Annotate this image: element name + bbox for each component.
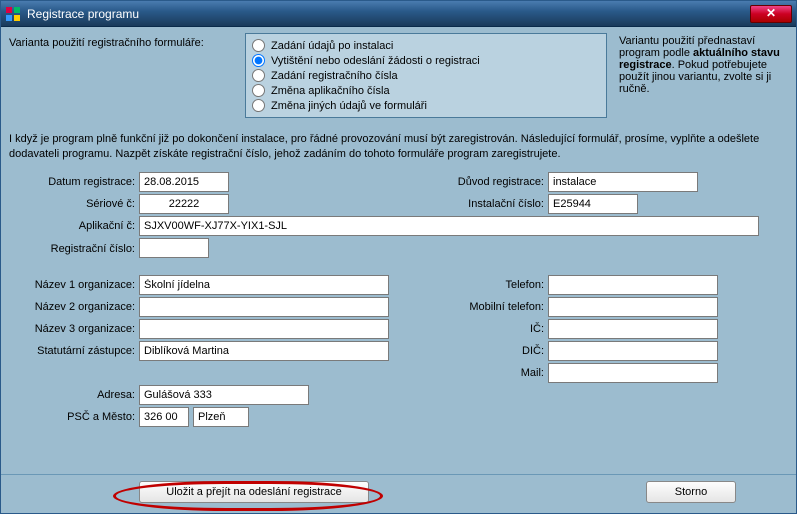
label-instalacni: Instalační číslo: <box>428 198 548 210</box>
variant-group: Zadání údajů po instalaci Vytištění nebo… <box>245 33 607 118</box>
input-adresa[interactable] <box>139 385 309 405</box>
input-nazev3[interactable] <box>139 319 389 339</box>
app-icon <box>5 6 21 22</box>
input-mobil[interactable] <box>548 297 718 317</box>
input-nazev2[interactable] <box>139 297 389 317</box>
variant-label: Varianta použití registračního formuláře… <box>9 33 239 49</box>
variant-option-3-label: Změna aplikačního čísla <box>271 85 390 97</box>
variant-option-0[interactable]: Zadání údajů po instalaci <box>252 38 600 53</box>
variant-option-4-label: Změna jiných údajů ve formuláři <box>271 100 427 112</box>
field-instalacni: E25944 <box>548 194 638 214</box>
label-aplikacni: Aplikační č: <box>9 220 139 232</box>
storno-button[interactable]: Storno <box>646 481 736 503</box>
field-registracni <box>139 238 209 258</box>
variant-option-4[interactable]: Změna jiných údajů ve formuláři <box>252 98 600 113</box>
variant-radio-2[interactable] <box>252 69 265 82</box>
variant-radio-0[interactable] <box>252 39 265 52</box>
variant-option-1[interactable]: Vytištění nebo odeslání žádosti o regist… <box>252 53 600 68</box>
input-telefon[interactable] <box>548 275 718 295</box>
label-datum: Datum registrace: <box>9 176 139 188</box>
input-mesto[interactable] <box>193 407 249 427</box>
input-psc[interactable] <box>139 407 189 427</box>
registration-window: Registrace programu ✕ Varianta použití r… <box>0 0 797 514</box>
label-nazev3: Název 3 organizace: <box>9 323 139 335</box>
label-psc: PSČ a Město: <box>9 411 139 423</box>
label-telefon: Telefon: <box>428 279 548 291</box>
close-icon: ✕ <box>766 6 776 20</box>
input-mail[interactable] <box>548 363 718 383</box>
button-row: Uložit a přejít na odeslání registrace S… <box>1 474 796 507</box>
field-datum: 28.08.2015 <box>139 172 229 192</box>
input-nazev1[interactable] <box>139 275 389 295</box>
label-mail: Mail: <box>428 367 548 379</box>
content-area: Varianta použití registračního formuláře… <box>1 27 796 513</box>
label-dic: DIČ: <box>428 345 548 357</box>
variant-radio-4[interactable] <box>252 99 265 112</box>
label-mobil: Mobilní telefon: <box>428 301 548 313</box>
label-adresa: Adresa: <box>9 389 139 401</box>
variant-radio-1[interactable] <box>252 54 265 67</box>
variant-option-2[interactable]: Zadání registračního čísla <box>252 68 600 83</box>
field-seriove: 22222 <box>139 194 229 214</box>
label-nazev1: Název 1 organizace: <box>9 279 139 291</box>
label-duvod: Důvod registrace: <box>428 176 548 188</box>
variant-description: Variantu použití přednastaví program pod… <box>613 33 788 97</box>
instruction-paragraph: I když je program plně funkční již po do… <box>9 132 788 162</box>
variant-option-1-label: Vytištění nebo odeslání žádosti o regist… <box>271 55 480 67</box>
input-ic[interactable] <box>548 319 718 339</box>
variant-radio-3[interactable] <box>252 84 265 97</box>
titlebar: Registrace programu ✕ <box>1 1 796 27</box>
window-title: Registrace programu <box>27 7 750 21</box>
variant-option-3[interactable]: Změna aplikačního čísla <box>252 83 600 98</box>
input-statutar[interactable] <box>139 341 389 361</box>
label-ic: IČ: <box>428 323 548 335</box>
field-duvod: instalace <box>548 172 698 192</box>
close-button[interactable]: ✕ <box>750 5 792 23</box>
label-registracni: Registrační číslo: <box>9 243 139 255</box>
label-statutar: Statutární zástupce: <box>9 345 139 357</box>
variant-option-2-label: Zadání registračního čísla <box>271 70 398 82</box>
form-grid: Datum registrace: 28.08.2015 Důvod regis… <box>9 172 788 427</box>
save-button[interactable]: Uložit a přejít na odeslání registrace <box>139 481 369 503</box>
input-dic[interactable] <box>548 341 718 361</box>
label-nazev2: Název 2 organizace: <box>9 301 139 313</box>
variant-option-0-label: Zadání údajů po instalaci <box>271 40 393 52</box>
label-seriove: Sériové č: <box>9 198 139 210</box>
field-aplikacni: SJXV00WF-XJ77X-YIX1-SJL <box>139 216 759 236</box>
